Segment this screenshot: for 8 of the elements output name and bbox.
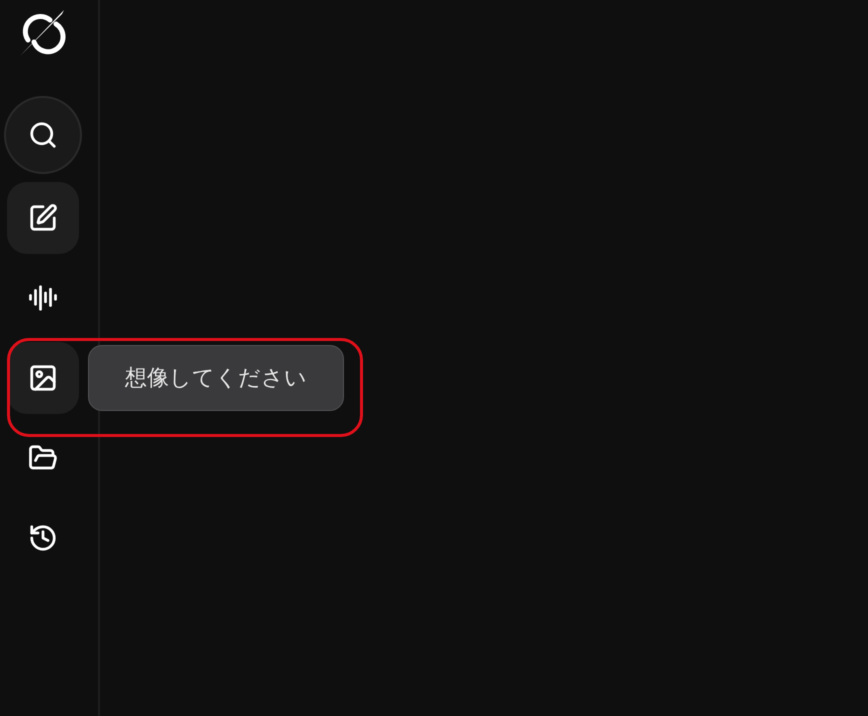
tooltip: 想像してください [88, 345, 344, 411]
image-button[interactable] [7, 342, 79, 414]
image-icon [28, 363, 58, 393]
pen-square-icon [28, 203, 58, 233]
history-icon [28, 523, 58, 553]
search-icon [28, 120, 58, 150]
edit-button[interactable] [7, 182, 79, 254]
sound-wave-icon [28, 283, 58, 313]
